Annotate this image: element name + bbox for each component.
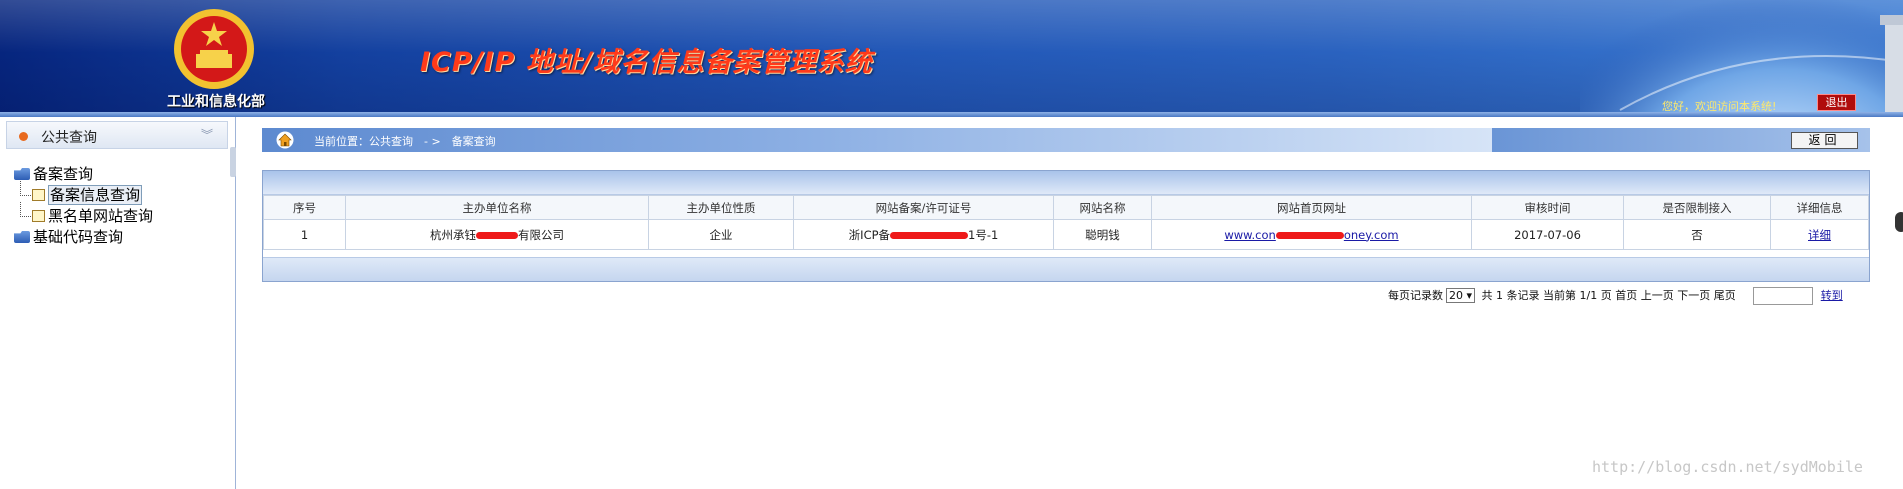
table-row: 1 杭州承钰 有限公司 企业 浙ICP备 1号-1 聪明钱 www.con oney.… bbox=[263, 219, 1869, 250]
cell-license: 浙ICP备 1号-1 bbox=[793, 219, 1054, 250]
cell-site-url[interactable]: www.con oney.com bbox=[1151, 219, 1472, 250]
goto-page-input[interactable] bbox=[1753, 287, 1814, 305]
cell-site-name: 聪明钱 bbox=[1053, 219, 1152, 250]
site-url-link[interactable]: www.con oney.com bbox=[1224, 228, 1398, 242]
pagination: 每页记录数 20 ▾ 共 1 条记录 当前第 1/1 页 首页 上一页 下一页 尾… bbox=[1388, 287, 1843, 305]
app-header: 工业和信息化部 ICP/IP 地址/域名信息备案管理系统 您好，欢迎访问本系统!… bbox=[0, 0, 1903, 117]
header-divider bbox=[0, 112, 1903, 117]
nav-tree: 备案查询 备案信息查询 黑名单网站查询 基础代码查询 bbox=[14, 164, 153, 248]
per-page-label: 每页记录数 bbox=[1388, 289, 1443, 302]
panel-title-bar bbox=[263, 171, 1869, 195]
redaction-mark bbox=[476, 231, 518, 239]
home-icon[interactable] bbox=[276, 131, 294, 149]
window-scroll-handle[interactable] bbox=[1895, 212, 1903, 232]
column-header: 序号 bbox=[263, 195, 346, 220]
prev-page-button[interactable]: 上一页 bbox=[1641, 289, 1674, 302]
tree-item-label: 备案信息查询 bbox=[48, 185, 143, 205]
tree-item-base-code-query[interactable]: 基础代码查询 bbox=[14, 227, 153, 248]
panel-footer-bar bbox=[263, 257, 1869, 281]
column-header: 详细信息 bbox=[1770, 195, 1869, 220]
column-header: 主办单位性质 bbox=[648, 195, 794, 220]
breadcrumb: 当前位置：公共查询 - > 备案查询 bbox=[262, 128, 1495, 152]
next-page-button[interactable]: 下一页 bbox=[1677, 289, 1710, 302]
detail-link[interactable]: 详细 bbox=[1808, 228, 1831, 242]
watermark: http://blog.csdn.net/sydMobile bbox=[1592, 458, 1863, 476]
cell-org-type: 企业 bbox=[648, 219, 794, 250]
org-name-suffix: 有限公司 bbox=[518, 227, 564, 242]
per-page-value: 20 bbox=[1449, 289, 1463, 302]
exit-button[interactable]: 退出 bbox=[1817, 94, 1856, 111]
national-emblem-icon bbox=[174, 9, 254, 89]
table-header-row: 序号 主办单位名称 主办单位性质 网站备案/许可证号 网站名称 网站首页网址 审… bbox=[263, 195, 1869, 220]
column-header: 主办单位名称 bbox=[345, 195, 649, 220]
results-panel: 序号 主办单位名称 主办单位性质 网站备案/许可证号 网站名称 网站首页网址 审… bbox=[262, 170, 1870, 282]
sidebar: 公共查询 ︾ 备案查询 备案信息查询 黑名单网站查询 基础代码查询 bbox=[0, 117, 236, 489]
cell-restricted: 否 bbox=[1623, 219, 1771, 250]
folder-icon bbox=[14, 231, 30, 243]
system-title: ICP/IP 地址/域名信息备案管理系统 bbox=[420, 47, 873, 78]
column-header: 网站备案/许可证号 bbox=[793, 195, 1054, 220]
bullet-icon bbox=[19, 132, 28, 141]
site-url-prefix: www.con bbox=[1224, 227, 1276, 242]
cell-detail: 详细 bbox=[1770, 219, 1869, 250]
license-suffix: 1号-1 bbox=[968, 227, 999, 242]
cell-audit-date: 2017-07-06 bbox=[1471, 219, 1624, 250]
sidebar-title: 公共查询 bbox=[41, 130, 97, 146]
column-header: 网站首页网址 bbox=[1151, 195, 1472, 220]
cell-org-name: 杭州承钰 有限公司 bbox=[345, 219, 649, 250]
tree-item-filing-info-query[interactable]: 备案信息查询 bbox=[14, 181, 153, 206]
redaction-mark bbox=[890, 231, 969, 239]
site-url-suffix: oney.com bbox=[1343, 227, 1399, 242]
column-header: 审核时间 bbox=[1471, 195, 1624, 220]
tree-item-label: 黑名单网站查询 bbox=[48, 207, 154, 225]
column-header: 是否限制接入 bbox=[1623, 195, 1771, 220]
chevron-double-down-icon[interactable]: ︾ bbox=[201, 126, 213, 143]
column-header: 网站名称 bbox=[1053, 195, 1152, 220]
page-icon bbox=[32, 210, 45, 222]
per-page-select[interactable]: 20 ▾ bbox=[1446, 288, 1476, 303]
first-page-button[interactable]: 首页 bbox=[1615, 289, 1637, 302]
ministry-name: 工业和信息化部 bbox=[167, 94, 265, 110]
total-records-text: 共 1 条记录 bbox=[1481, 289, 1540, 302]
results-table: 序号 主办单位名称 主办单位性质 网站备案/许可证号 网站名称 网站首页网址 审… bbox=[263, 195, 1869, 250]
tree-item-filing-query[interactable]: 备案查询 bbox=[14, 164, 153, 185]
current-page-text: 当前第 1/1 页 bbox=[1543, 289, 1612, 302]
folder-icon bbox=[14, 168, 30, 180]
tree-item-label: 备案查询 bbox=[33, 165, 94, 183]
goto-page-button[interactable]: 转到 bbox=[1821, 289, 1843, 302]
sidebar-header[interactable]: 公共查询 ︾ bbox=[6, 121, 228, 149]
cell-index: 1 bbox=[263, 219, 346, 250]
sidebar-splitter-handle[interactable] bbox=[230, 147, 236, 177]
org-name-prefix: 杭州承钰 bbox=[430, 227, 476, 242]
tree-item-label: 基础代码查询 bbox=[33, 228, 124, 246]
page-icon bbox=[32, 189, 45, 201]
redaction-mark bbox=[1275, 231, 1344, 239]
license-prefix: 浙ICP备 bbox=[848, 227, 891, 242]
last-page-button[interactable]: 尾页 bbox=[1714, 289, 1736, 302]
breadcrumb-text: 当前位置：公共查询 - > 备案查询 bbox=[314, 135, 496, 148]
back-button[interactable]: 返回 bbox=[1791, 132, 1858, 149]
tree-item-blacklist-query[interactable]: 黑名单网站查询 bbox=[14, 202, 154, 227]
